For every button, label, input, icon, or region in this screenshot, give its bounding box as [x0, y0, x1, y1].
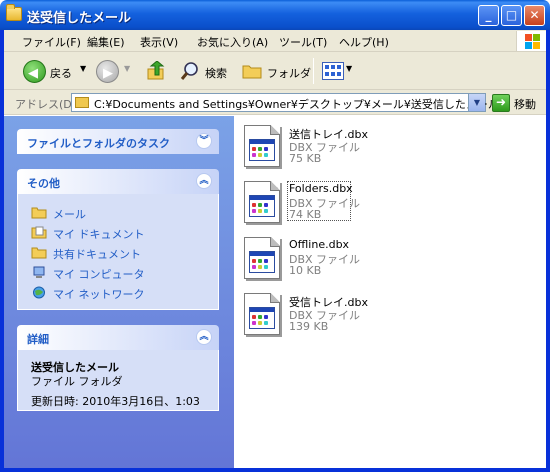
place-label[interactable]: マイ ネットワーク: [53, 286, 145, 302]
collapse-chevron-icon[interactable]: ︽: [196, 329, 212, 345]
close-button[interactable]: ✕: [524, 5, 545, 26]
details-body: 送受信したメール ファイル フォルダ 更新日時: 2010年3月16日、1:03: [17, 350, 219, 411]
back-button[interactable]: ◀: [23, 60, 46, 83]
file-item[interactable]: 受信トレイ.dbx DBX ファイル 139 KB: [244, 293, 444, 343]
address-input[interactable]: C:¥Documents and Settings¥Owner¥デスクトップ¥メ…: [71, 93, 499, 112]
menu-bar: ファイル(F) 編集(E) 表示(V) お気に入り(A) ツール(T) ヘルプ(…: [0, 30, 550, 52]
place-label[interactable]: 共有ドキュメント: [53, 246, 141, 262]
search-label[interactable]: 検索: [205, 65, 227, 81]
window-frame-left: [0, 30, 4, 472]
network-icon: [33, 286, 45, 299]
toolbar: ◀ 戻る ▼ ▶ ▼ 検索 フォルダ ▼: [0, 52, 550, 90]
back-arrow-icon: ◀: [28, 66, 38, 81]
file-item-selected[interactable]: Folders.dbx DBX ファイル 74 KB: [244, 181, 444, 231]
other-places-panel: その他 ︽ メール マイ ドキュメント 共有ドキュメント マイ コンピュータ マ…: [17, 169, 219, 310]
file-name: Offline.dbx: [289, 238, 350, 251]
place-label[interactable]: マイ コンピュータ: [53, 266, 145, 282]
window-frame-bottom: [0, 468, 550, 472]
menu-favorites[interactable]: お気に入り(A): [197, 34, 268, 50]
search-icon[interactable]: [180, 61, 200, 81]
file-list: 送信トレイ.dbx DBX ファイル 75 KB Folders.dbx DBX…: [234, 116, 546, 470]
task-pane: ファイルとフォルダのタスク ︾ その他 ︽ メール マイ ドキュメント 共有ドキ…: [0, 116, 234, 470]
forward-arrow-icon: ▶: [103, 66, 113, 81]
folder-icon: [31, 207, 47, 219]
my-documents-icon: [31, 226, 47, 239]
folder-icon: [6, 4, 22, 21]
forward-dropdown-icon[interactable]: ▼: [124, 64, 130, 73]
address-path[interactable]: C:¥Documents and Settings¥Owner¥デスクトップ¥メ…: [94, 96, 499, 112]
forward-button[interactable]: ▶: [96, 60, 119, 83]
views-dropdown-icon[interactable]: ▼: [346, 64, 352, 73]
window-title: 送受信したメール: [27, 11, 132, 26]
folder-icon: [75, 97, 89, 108]
details-title: 詳細: [27, 333, 49, 346]
address-bar: アドレス(D) C:¥Documents and Settings¥Owner¥…: [0, 90, 550, 115]
file-item[interactable]: 送信トレイ.dbx DBX ファイル 75 KB: [244, 125, 444, 175]
other-places-title: その他: [27, 177, 60, 190]
folders-icon[interactable]: [242, 63, 262, 79]
place-label[interactable]: メール: [53, 206, 86, 222]
menu-tools[interactable]: ツール(T): [279, 34, 327, 50]
back-label: 戻る: [50, 67, 72, 80]
title-bar: 送受信したメール _ □ ✕: [0, 0, 550, 30]
go-button[interactable]: 移動: [514, 96, 536, 112]
minimize-button[interactable]: _: [478, 5, 499, 26]
maximize-button[interactable]: □: [501, 5, 522, 26]
details-header[interactable]: 詳細 ︽: [17, 325, 219, 350]
dbx-file-icon: [244, 181, 280, 223]
file-name: Folders.dbx: [289, 182, 353, 195]
file-size: 10 KB: [289, 264, 322, 277]
views-icon[interactable]: [322, 62, 344, 80]
file-size: 139 KB: [289, 320, 329, 333]
menu-file[interactable]: ファイル(F): [22, 34, 81, 50]
other-places-header[interactable]: その他 ︽: [17, 169, 219, 194]
details-modified: 更新日時: 2010年3月16日、1:03: [31, 395, 200, 408]
file-folder-tasks-title: ファイルとフォルダのタスク: [27, 137, 170, 150]
file-item[interactable]: Offline.dbx DBX ファイル 10 KB: [244, 237, 444, 287]
expand-chevron-icon[interactable]: ︾: [196, 133, 212, 149]
file-folder-tasks-panel: ファイルとフォルダのタスク ︾: [17, 129, 219, 154]
file-size: 74 KB: [289, 208, 322, 221]
up-folder-icon[interactable]: [146, 61, 166, 81]
folders-label[interactable]: フォルダ: [267, 65, 311, 81]
dbx-file-icon: [244, 125, 280, 167]
computer-icon: [33, 266, 45, 278]
address-dropdown-button[interactable]: ▼: [468, 94, 485, 111]
menu-edit[interactable]: 編集(E): [87, 34, 125, 50]
windows-logo-icon: [516, 31, 546, 51]
window-frame-right: [546, 30, 550, 472]
menu-view[interactable]: 表示(V): [140, 34, 178, 50]
address-label: アドレス(D): [15, 98, 77, 111]
details-panel: 詳細 ︽ 送受信したメール ファイル フォルダ 更新日時: 2010年3月16日…: [17, 325, 219, 411]
go-arrow-icon[interactable]: ➜: [492, 94, 510, 112]
file-size: 75 KB: [289, 152, 322, 165]
other-places-body: メール マイ ドキュメント 共有ドキュメント マイ コンピュータ マイ ネットワ…: [17, 194, 219, 310]
collapse-chevron-icon[interactable]: ︽: [196, 173, 212, 189]
file-folder-tasks-header[interactable]: ファイルとフォルダのタスク ︾: [17, 129, 219, 154]
menu-help[interactable]: ヘルプ(H): [339, 34, 389, 50]
back-dropdown-icon[interactable]: ▼: [80, 64, 86, 73]
place-label[interactable]: マイ ドキュメント: [53, 226, 145, 242]
dbx-file-icon: [244, 237, 280, 279]
toolbar-separator: [313, 58, 314, 84]
shared-folder-icon: [31, 247, 47, 259]
details-type: ファイル フォルダ: [31, 375, 123, 388]
dbx-file-icon: [244, 293, 280, 335]
